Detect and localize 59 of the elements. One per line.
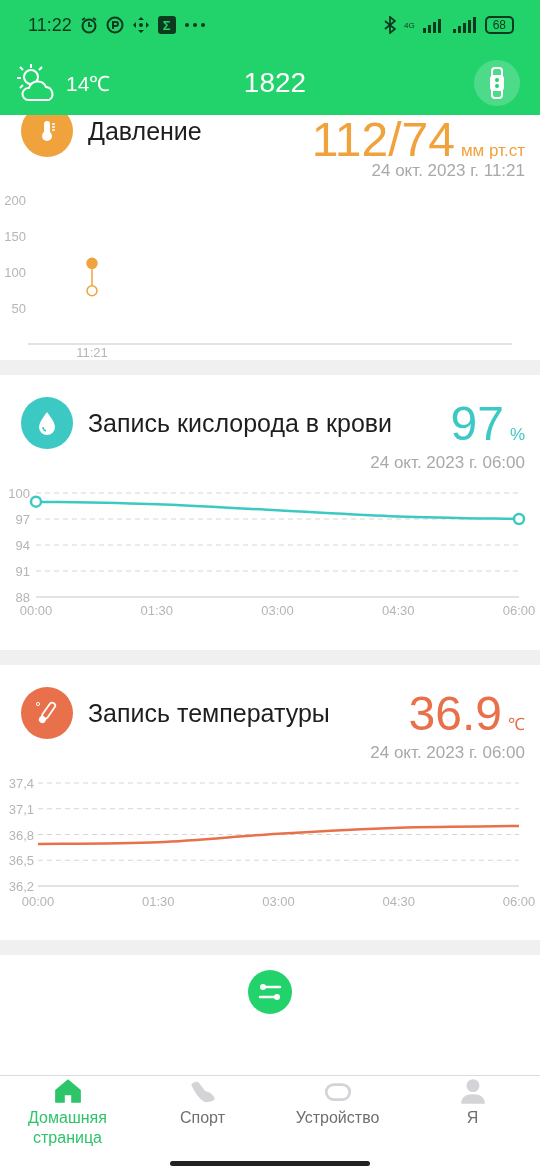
card-title: Давление — [88, 116, 203, 146]
axis-tick-label: 100 — [4, 265, 26, 280]
axis-tick-label: 06:00 — [502, 894, 536, 909]
axis-tick-label: 01:30 — [142, 894, 175, 909]
settings-button[interactable] — [248, 970, 292, 1014]
reading-unit: % — [509, 424, 525, 445]
axis-tick-label: 04:30 — [382, 603, 415, 618]
axis-tick-label: 00:00 — [19, 603, 53, 618]
axis-tick-label: 100 — [8, 486, 30, 501]
circle-app-icon — [105, 16, 124, 34]
card-title: Запись температуры — [88, 698, 331, 728]
device-button[interactable] — [474, 59, 520, 106]
axis-tick-label: 03:00 — [261, 603, 294, 618]
move-icon — [131, 16, 150, 34]
axis-tick-label: 00:00 — [21, 894, 55, 909]
reading-value: 97 — [450, 395, 504, 451]
data-point — [86, 284, 98, 297]
signal-icon — [452, 17, 477, 33]
axis-tick-label: 150 — [4, 229, 26, 244]
bluetooth-icon — [383, 16, 396, 34]
axis-tick-label: 37,1 — [8, 801, 34, 817]
app-badge: Σ — [157, 16, 176, 34]
reading-date: 24 окт. 2023 г. 06:00 — [369, 452, 526, 474]
axis-tick-label: 91 — [15, 564, 30, 579]
axis-tick-label: 37,4 — [8, 776, 34, 791]
nav-tab[interactable]: Спорт — [135, 1076, 270, 1170]
axis-tick-label: 03:00 — [262, 894, 295, 909]
data-point — [29, 495, 43, 508]
axis-tick-label: 97 — [15, 512, 30, 527]
axis-tick-label: 11:21 — [76, 345, 108, 360]
reading-unit: мм рт.ст — [460, 140, 525, 161]
status-time: 11:22 — [28, 14, 72, 36]
axis-tick-label: 04:30 — [382, 894, 415, 909]
axis-tick-label: 36,8 — [8, 827, 34, 843]
alarm-icon — [79, 16, 98, 34]
axis-tick-label: 88 — [15, 590, 30, 605]
sliders-icon — [258, 983, 282, 1001]
nav-tab[interactable]: Устройство — [270, 1076, 405, 1170]
step-count: 1822 — [242, 66, 308, 99]
axis-tick-label: 200 — [4, 193, 26, 208]
axis-tick-label: 36,5 — [8, 853, 34, 869]
axis-tick-label: 50 — [11, 301, 26, 316]
reading-date: 24 окт. 2023 г. 11:21 — [370, 160, 526, 182]
reading-value: 36.9 — [408, 685, 502, 741]
axis-tick-label: 01:30 — [140, 603, 173, 618]
axis-tick-label: 94 — [15, 538, 30, 553]
weather-temperature: 14℃ — [66, 70, 111, 97]
network-type: 4G — [403, 20, 415, 30]
nav-tab[interactable]: Я — [405, 1076, 540, 1170]
data-point — [86, 257, 98, 270]
axis-tick-label: 06:00 — [502, 603, 536, 618]
band-icon — [489, 66, 505, 99]
reading-unit: ℃ — [508, 713, 525, 735]
more-icon — [183, 22, 206, 28]
data-point — [512, 512, 526, 526]
card-title: Запись кислорода в крови — [88, 408, 394, 438]
reading-date: 24 окт. 2023 г. 06:00 — [369, 742, 526, 764]
battery-level: 68 — [484, 16, 514, 34]
axis-tick-label: 36,2 — [8, 879, 34, 894]
